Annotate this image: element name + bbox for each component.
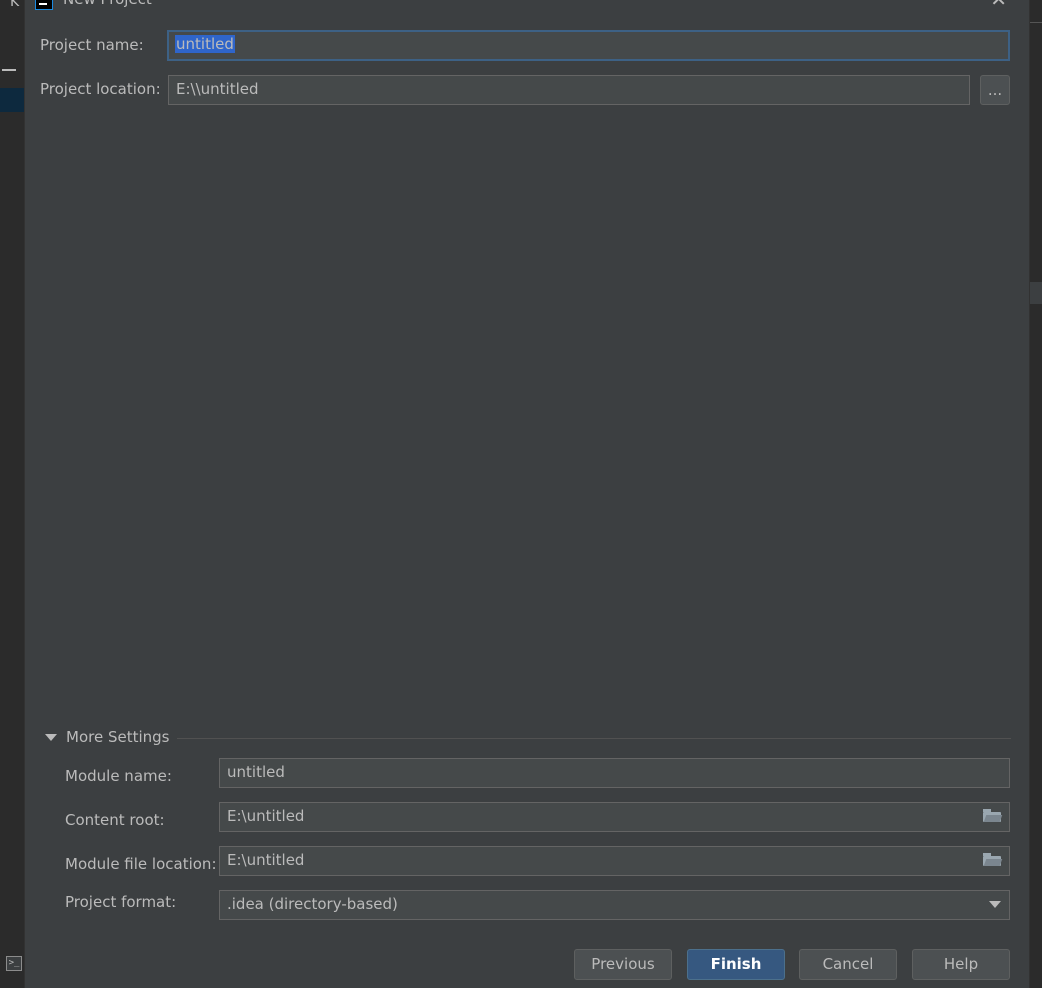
more-settings-header[interactable]: More Settings (66, 728, 169, 746)
ide-right-panel (1028, 0, 1042, 988)
module-file-location-label: Module file location: (65, 855, 217, 873)
module-file-location-value: E:\untitled (227, 851, 305, 869)
terminal-icon[interactable]: >_ (6, 956, 22, 971)
ide-left-text: K (10, 0, 20, 10)
project-name-input[interactable]: untitled (167, 30, 1010, 61)
module-name-label: Module name: (65, 767, 172, 785)
browse-button[interactable]: ... (980, 75, 1010, 105)
content-root-label: Content root: (65, 811, 165, 829)
project-format-label: Project format: (65, 893, 177, 911)
previous-button[interactable]: Previous (574, 949, 672, 980)
ide-right-divider (1028, 22, 1042, 23)
new-project-dialog: New Project ✕ Project name: untitled Pro… (24, 0, 1030, 988)
minimize-icon[interactable] (2, 69, 16, 71)
dialog-titlebar: New Project ✕ (25, 0, 1029, 12)
project-name-value: untitled (175, 35, 235, 53)
module-file-location-input[interactable]: E:\untitled (219, 846, 1010, 876)
folder-icon[interactable] (983, 809, 1003, 822)
content-root-value: E:\untitled (227, 807, 305, 825)
project-location-label: Project location: (40, 80, 161, 98)
project-location-value: E:\\untitled (176, 80, 259, 98)
ide-right-tab (1028, 282, 1042, 304)
close-icon[interactable]: ✕ (990, 0, 1007, 12)
dialog-title: New Project (63, 0, 152, 8)
project-format-value: .idea (directory-based) (227, 895, 398, 913)
help-button[interactable]: Help (912, 949, 1010, 980)
folder-icon[interactable] (983, 853, 1003, 866)
project-format-select[interactable]: .idea (directory-based) (219, 890, 1010, 920)
ide-selected-row (0, 88, 24, 112)
content-root-input[interactable]: E:\untitled (219, 802, 1010, 832)
cancel-button[interactable]: Cancel (799, 949, 897, 980)
finish-button[interactable]: Finish (687, 949, 785, 980)
project-name-label: Project name: (40, 36, 144, 54)
module-name-input[interactable]: untitled (219, 758, 1010, 788)
project-location-input[interactable]: E:\\untitled (168, 75, 970, 105)
ide-left-panel: K >_ (0, 0, 24, 988)
intellij-icon (35, 0, 53, 10)
more-settings-separator (177, 738, 1011, 739)
expand-triangle-icon[interactable] (45, 734, 57, 741)
chevron-down-icon[interactable] (989, 901, 1001, 908)
module-name-value: untitled (227, 763, 285, 781)
